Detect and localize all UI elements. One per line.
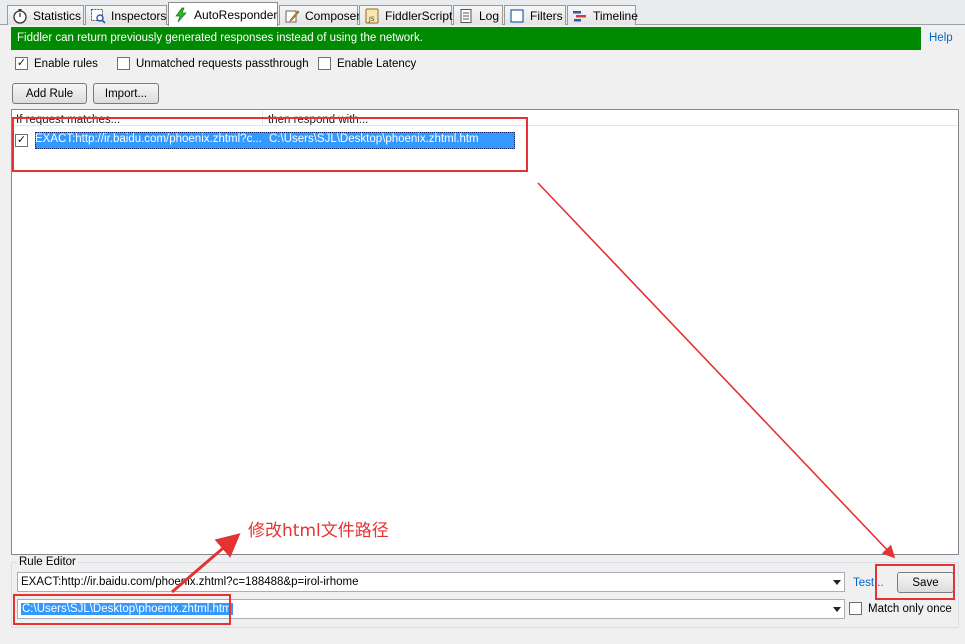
match-once-checkbox[interactable] <box>849 602 862 615</box>
rule-enabled-checkbox[interactable]: ✓ <box>15 134 28 147</box>
rule-match-cell: EXACT:http://ir.baidu.com/phoenix.zhtml?… <box>35 133 262 145</box>
tab-statistics[interactable]: Statistics <box>7 5 84 25</box>
import-button[interactable]: Import... <box>93 83 159 104</box>
tab-strip: Statistics Inspectors AutoResponder Comp… <box>0 0 965 26</box>
chevron-down-icon[interactable] <box>833 607 841 612</box>
respond-with-combo[interactable]: C:\Users\SJL\Desktop\phoenix.zhtml.htm <box>17 599 845 619</box>
info-banner: Fiddler can return previously generated … <box>11 27 921 50</box>
column-header-respond[interactable]: then respond with... <box>264 110 524 125</box>
enable-rules-option[interactable]: ✓ Enable rules <box>15 57 98 70</box>
pencil-icon <box>284 8 300 24</box>
save-button[interactable]: Save <box>897 572 954 593</box>
rules-list[interactable]: If request matches... then respond with.… <box>11 109 959 555</box>
help-link[interactable]: Help <box>929 32 953 44</box>
respond-with-value: C:\Users\SJL\Desktop\phoenix.zhtml.htm <box>21 603 233 615</box>
tab-timeline[interactable]: Timeline <box>567 5 638 25</box>
tab-fiddlerscript[interactable]: JS FiddlerScript <box>359 5 452 25</box>
filter-checkbox-icon <box>509 8 525 24</box>
chevron-down-icon[interactable] <box>833 580 841 585</box>
script-icon: JS <box>364 8 380 24</box>
tab-filters[interactable]: Filters <box>504 5 566 25</box>
inspect-icon <box>90 8 106 24</box>
rules-list-header: If request matches... then respond with.… <box>12 110 958 126</box>
tab-composer[interactable]: Composer <box>279 5 360 25</box>
rule-respond-cell: C:\Users\SJL\Desktop\phoenix.zhtml.htm <box>269 133 479 145</box>
rule-row[interactable]: ✓ EXACT:http://ir.baidu.com/phoenix.zhtm… <box>15 132 515 149</box>
rule-editor-title: Rule Editor <box>17 556 78 568</box>
add-rule-button[interactable]: Add Rule <box>12 83 87 104</box>
tab-inspectors[interactable]: Inspectors <box>85 5 167 25</box>
test-link[interactable]: Test... <box>853 577 884 589</box>
match-pattern-combo[interactable]: EXACT:http://ir.baidu.com/phoenix.zhtml?… <box>17 572 845 592</box>
autoresponder-panel: Fiddler can return previously generated … <box>0 25 965 644</box>
log-icon <box>458 8 474 24</box>
stopwatch-icon <box>12 8 28 24</box>
svg-text:JS: JS <box>368 16 375 23</box>
enable-latency-checkbox[interactable] <box>318 57 331 70</box>
annotation-label: 修改html文件路径 <box>248 521 389 541</box>
match-pattern-value: EXACT:http://ir.baidu.com/phoenix.zhtml?… <box>21 576 359 588</box>
unmatched-passthrough-checkbox[interactable] <box>117 57 130 70</box>
lightning-icon <box>173 7 189 23</box>
tab-log[interactable]: Log <box>453 5 503 25</box>
tab-autoresponder[interactable]: AutoResponder <box>168 2 278 26</box>
timeline-icon <box>572 8 588 24</box>
enable-rules-checkbox[interactable]: ✓ <box>15 57 28 70</box>
enable-latency-option[interactable]: Enable Latency <box>318 57 416 70</box>
match-once-option[interactable]: Match only once <box>849 602 952 615</box>
unmatched-passthrough-option[interactable]: Unmatched requests passthrough <box>117 57 309 70</box>
column-header-match[interactable]: If request matches... <box>12 110 263 125</box>
